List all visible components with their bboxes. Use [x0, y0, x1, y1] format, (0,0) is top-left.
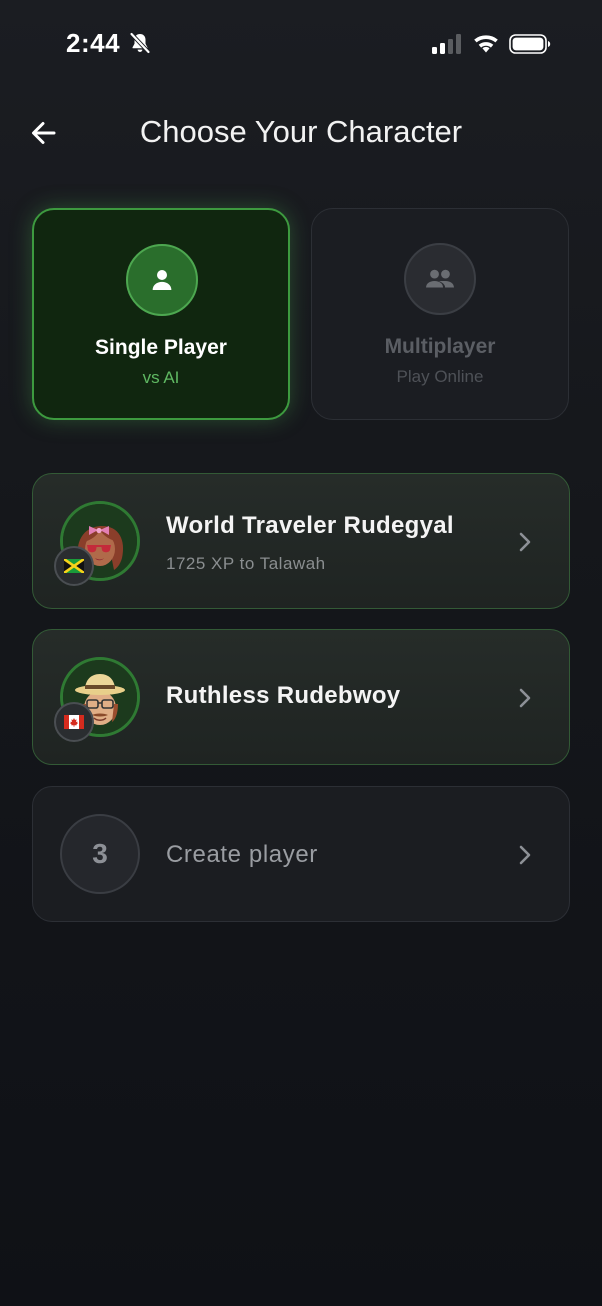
player-card-world-traveler-rudegyal[interactable]: World Traveler Rudegyal 1725 XP to Talaw…: [32, 473, 570, 609]
page-title: Choose Your Character: [139, 114, 463, 149]
create-player-card[interactable]: 3 Create player: [32, 786, 570, 922]
flag-badge: [54, 546, 94, 586]
chevron-right-icon: [519, 688, 531, 708]
status-bar: 2:44: [0, 0, 602, 90]
person-icon: [152, 270, 172, 290]
people-group-icon: [426, 269, 454, 288]
multiplayer-mode-card[interactable]: Multiplayer Play Online: [311, 208, 569, 420]
bell-off-icon: [130, 32, 150, 54]
chevron-right-icon: [519, 532, 531, 552]
cellular-signal-icon: [432, 34, 461, 54]
single-player-label: Single Player: [95, 336, 227, 359]
jamaica-flag-icon: [64, 559, 84, 573]
player-card-ruthless-rudebwoy[interactable]: Ruthless Rudebwoy: [32, 629, 570, 765]
slot-number-badge: 3: [60, 814, 140, 894]
create-player-label: Create player: [166, 841, 318, 868]
chevron-right-icon: [519, 845, 531, 865]
multiplayer-label: Multiplayer: [384, 335, 496, 358]
multiplayer-icon-badge: [404, 243, 476, 315]
single-player-sublabel: vs AI: [142, 368, 180, 387]
single-player-mode-card[interactable]: Single Player vs AI: [32, 208, 290, 420]
battery-icon: [509, 34, 551, 54]
player-name: World Traveler Rudegyal: [166, 512, 454, 539]
player-xp-progress: 1725 XP to Talawah: [166, 554, 326, 573]
flag-badge: [54, 702, 94, 742]
canada-flag-icon: [64, 715, 84, 729]
player-name: Ruthless Rudebwoy: [166, 682, 401, 709]
status-time: 2:44: [66, 28, 121, 58]
multiplayer-sublabel: Play Online: [396, 367, 484, 386]
single-player-icon-badge: [126, 244, 198, 316]
wifi-icon: [474, 35, 498, 53]
